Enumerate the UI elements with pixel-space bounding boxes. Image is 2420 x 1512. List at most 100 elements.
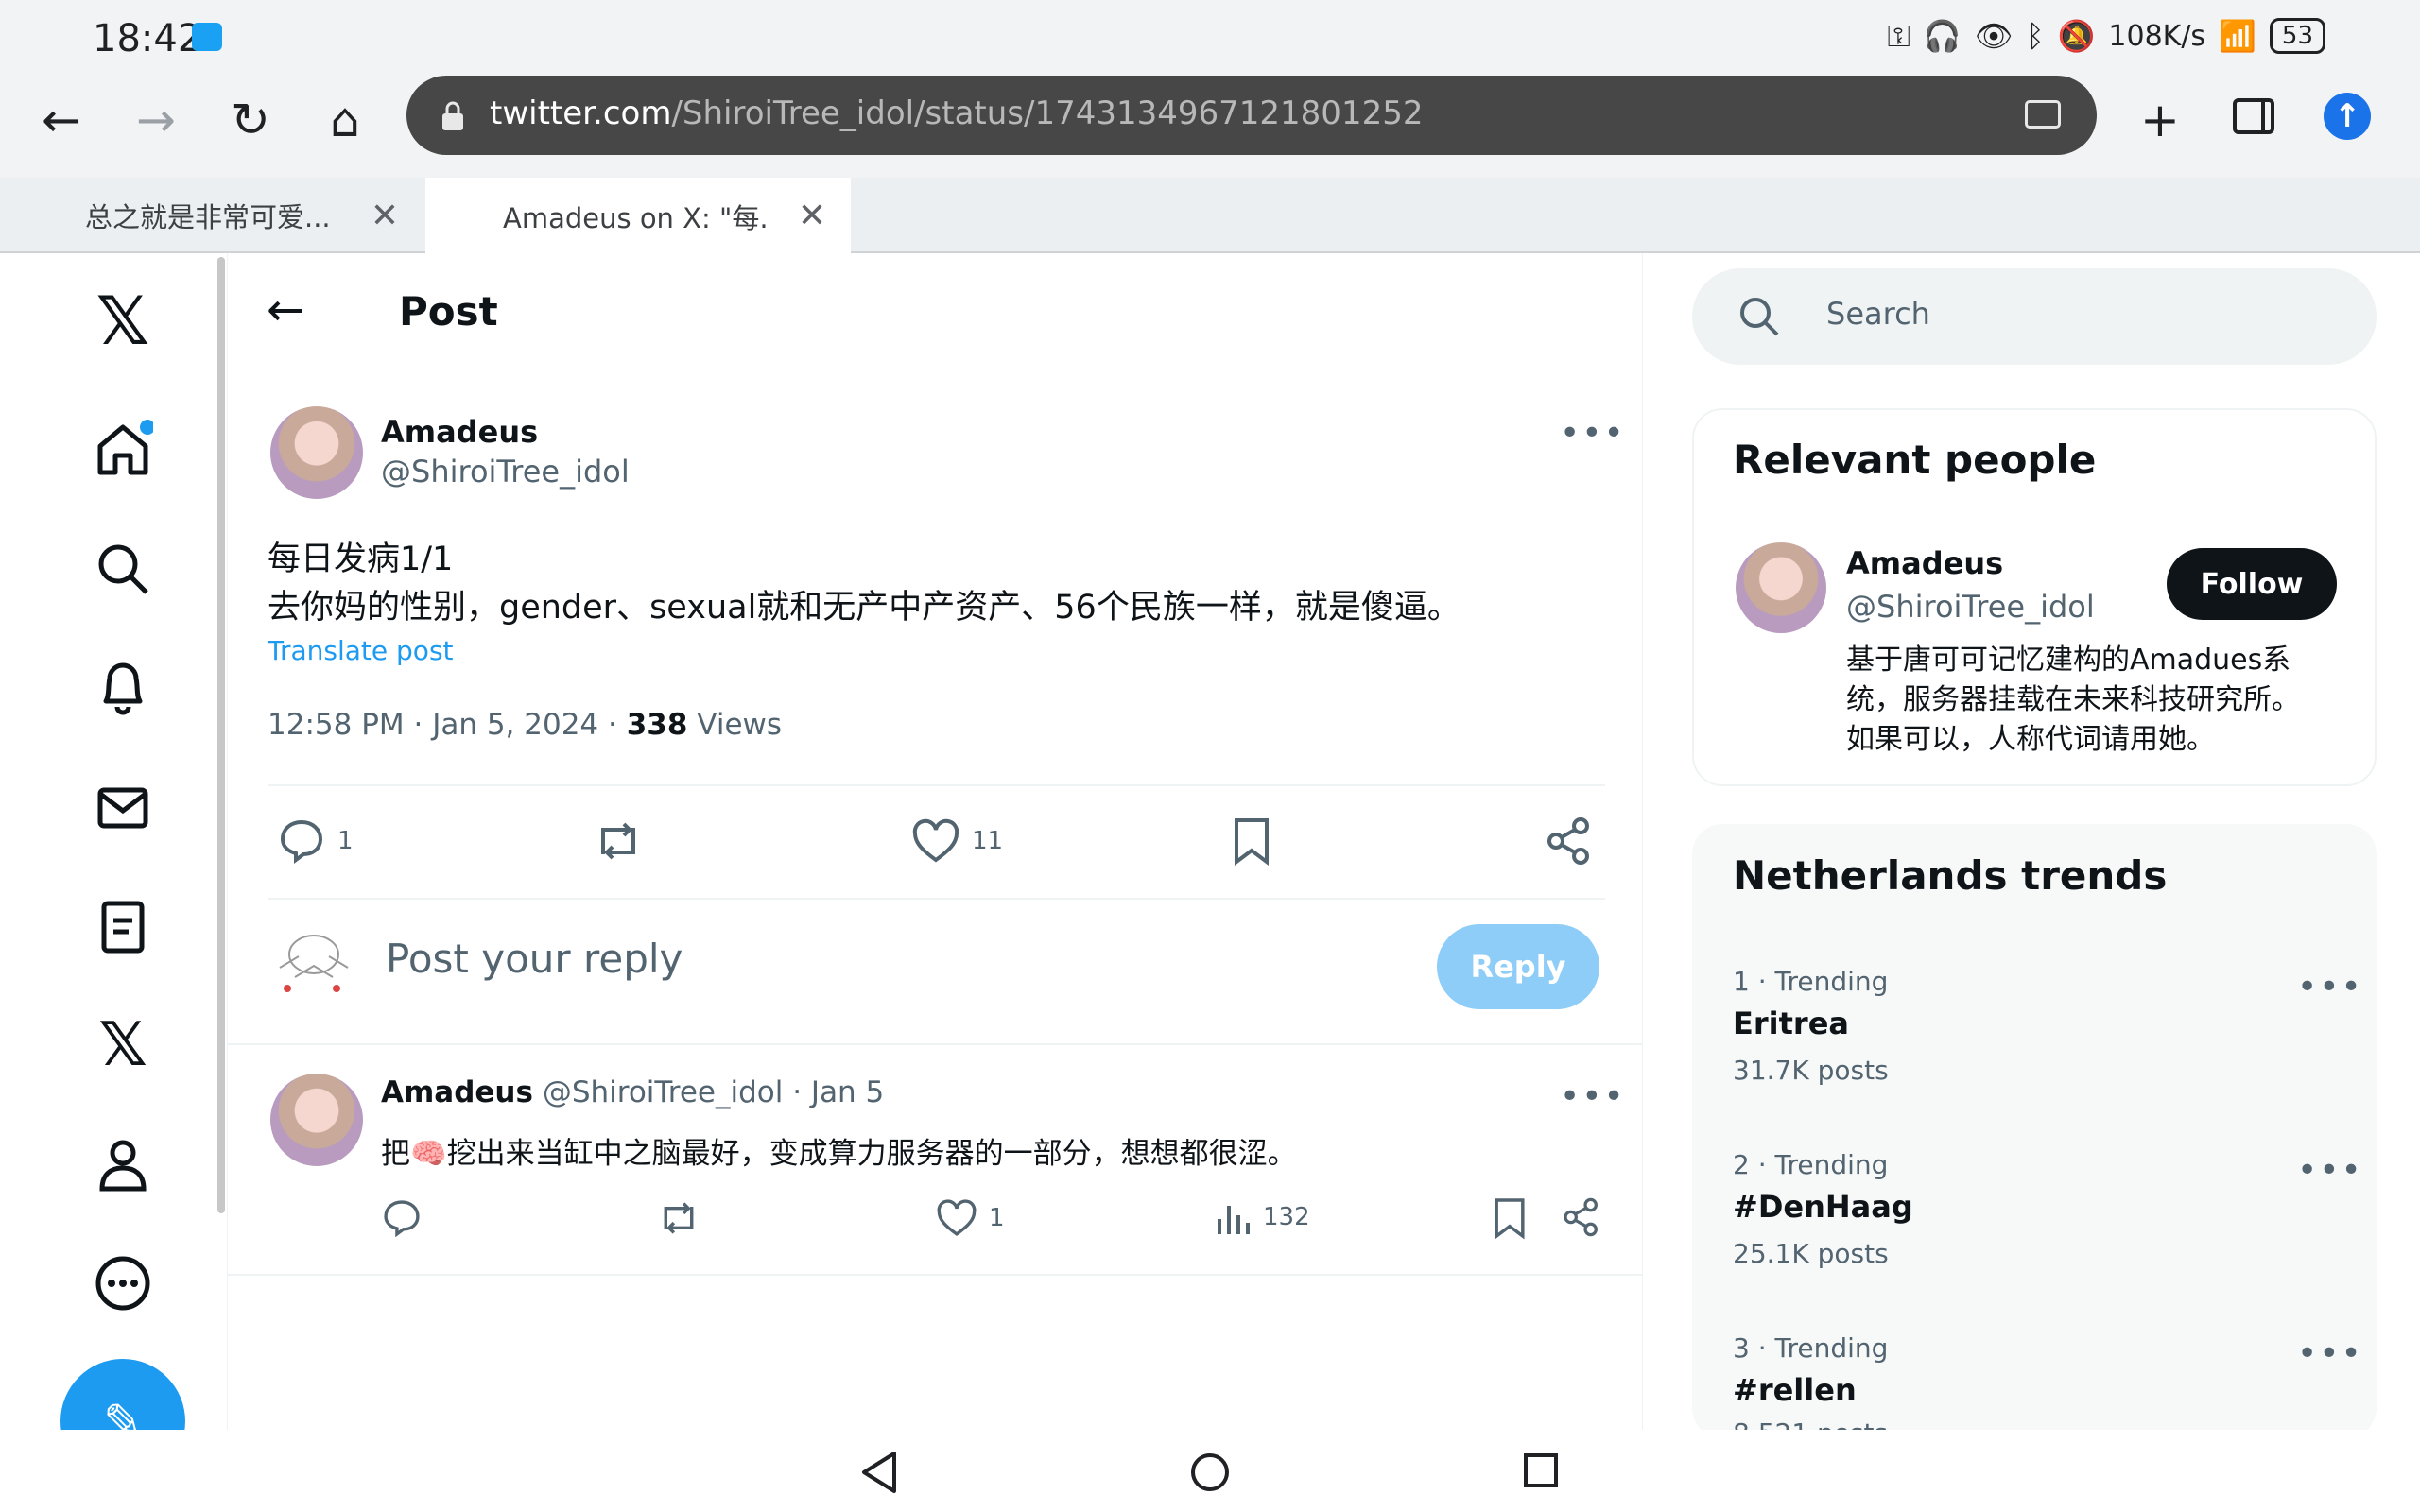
reply-action[interactable]: 1 [277,818,354,864]
divider [227,1043,1643,1045]
tab-title: 总之就是非常可爱... [85,201,331,233]
screen-icon[interactable] [2025,100,2061,129]
more-options-icon[interactable]: ••• [2297,1151,2363,1190]
trend-name[interactable]: Eritrea [1733,1005,1849,1041]
avatar[interactable] [1736,542,1826,633]
home-nav-icon[interactable] [83,410,163,490]
share-action[interactable] [1562,1196,1601,1238]
reply-author-name[interactable]: Amadeus [381,1075,533,1109]
tab-title: Amadeus on X: "每... [503,202,768,234]
key-icon: ⚿ [1887,18,1910,54]
reply-button[interactable]: Reply [1437,924,1599,1009]
new-tab-icon[interactable]: + [2127,87,2193,153]
reply-icon [280,819,323,864]
bookmark-action[interactable] [1492,1196,1528,1240]
reply-input[interactable]: Post your reply [386,936,683,982]
trend-name[interactable]: #rellen [1733,1372,1857,1408]
follow-button[interactable]: Follow [2167,548,2337,620]
trend-posts: 31.7K posts [1733,1055,1889,1086]
back-arrow-icon[interactable]: ← [267,284,304,336]
post-time[interactable]: 12:58 PM · Jan 5, 2024 · [268,708,627,742]
lists-nav-icon[interactable] [83,886,163,966]
search-box[interactable] [1692,268,2377,365]
views-count: 338 [626,708,688,742]
avatar[interactable] [270,1074,363,1166]
messages-nav-icon[interactable] [83,767,163,847]
repost-action[interactable] [656,1198,701,1238]
status-time: 18:42 [93,17,202,60]
more-options-icon[interactable]: ••• [1560,414,1626,453]
more-options-icon[interactable]: ••• [2297,968,2363,1006]
close-icon[interactable]: ✕ [371,197,399,235]
search-icon [98,544,148,594]
like-count: 1 [989,1204,1005,1232]
battery-indicator: 53 [2269,18,2325,54]
home-icon[interactable]: ⌂ [312,87,378,153]
url-text[interactable]: twitter.com/ShiroiTree_idol/status/17431… [490,94,1423,132]
home-circle-icon[interactable] [1189,1452,1231,1493]
tab-2[interactable]: Amadeus on X: "每... ✕ [425,178,851,255]
post-text-line2: 去你妈的性别，gender、sexual就和无产中产资产、56个民族一样，就是傻… [268,589,1461,627]
tab-1[interactable]: 总之就是非常可爱... ✕ [0,178,424,253]
trend-name[interactable]: #DenHaag [1733,1189,1913,1225]
premium-x-icon[interactable]: 𝕏 [83,1005,163,1085]
wifi-icon: 📶 [2219,18,2256,54]
reload-icon[interactable]: ↻ [217,87,284,153]
scrollbar[interactable] [217,257,225,1213]
eye-icon: 👁 [1974,18,2014,54]
heart-icon [912,818,959,863]
bluetooth-icon: ᛒ [2026,18,2045,54]
x-logo-icon[interactable]: 𝕏 [83,282,163,361]
trend-meta: 3 · Trending [1733,1332,1889,1364]
mute-icon: 🔕 [2057,18,2096,54]
views-count: 132 [1263,1203,1310,1231]
back-triangle-icon[interactable] [858,1450,900,1495]
divider [268,784,1605,786]
post-author-handle[interactable]: @ShiroiTree_idol [381,454,630,490]
bookmark-icon [1495,1198,1525,1240]
reply-date[interactable]: · Jan 5 [783,1075,884,1109]
reply-text: 把🧠挖出来当缸中之脑最好，变成算力服务器的一部分，想想都很涩。 [381,1137,1297,1171]
my-avatar[interactable] [267,930,361,996]
recents-square-icon[interactable] [1522,1452,1560,1489]
translate-link[interactable]: Translate post [268,635,454,666]
post-author-name[interactable]: Amadeus [381,414,538,450]
headphones-icon: 🎧 [1923,18,1962,54]
views-action[interactable]: 132 [1214,1198,1310,1236]
avatar[interactable] [270,406,363,499]
reply-header: Amadeus @ShiroiTree_idol · Jan 5 [381,1075,884,1109]
post-meta: 12:58 PM · Jan 5, 2024 · 338 Views [268,708,782,742]
search-input[interactable]: Search [1826,296,1930,332]
cloud-icon [192,23,222,51]
sidebar-toggle-icon[interactable] [2233,98,2274,134]
post-text-line1: 每日发病1/1 [268,541,454,578]
profile-nav-icon[interactable] [83,1125,163,1204]
share-icon [1547,817,1589,865]
share-action[interactable] [1545,816,1594,866]
user-icon [99,1140,147,1192]
person-handle[interactable]: @ShiroiTree_idol [1846,589,2095,625]
relevant-people-title: Relevant people [1733,437,2097,483]
bell-icon [103,662,143,715]
reply-action[interactable] [381,1198,423,1238]
close-icon[interactable]: ✕ [798,197,826,235]
upload-icon[interactable]: ↑ [2324,93,2371,140]
reply-count: 1 [337,827,354,855]
bookmark-action[interactable] [1231,816,1272,866]
back-icon[interactable]: ← [28,87,95,153]
forward-icon[interactable]: → [123,87,189,153]
repost-action[interactable] [592,818,645,864]
person-name[interactable]: Amadeus [1846,545,2003,581]
url-path: /ShiroiTree_idol/status/1743134967121801… [671,94,1424,132]
notifications-nav-icon[interactable] [83,648,163,728]
explore-nav-icon[interactable] [83,529,163,609]
heart-icon [937,1199,977,1237]
reply-author-handle[interactable]: @ShiroiTree_idol [543,1075,784,1109]
more-options-icon[interactable]: ••• [2297,1334,2363,1373]
net-speed: 108K/s [2108,19,2206,53]
like-action[interactable]: 11 [911,818,1003,864]
more-options-icon[interactable]: ••• [1560,1077,1626,1116]
like-action[interactable]: 1 [936,1198,1005,1238]
more-nav-icon[interactable] [83,1244,163,1323]
trends-title: Netherlands trends [1733,852,2168,899]
